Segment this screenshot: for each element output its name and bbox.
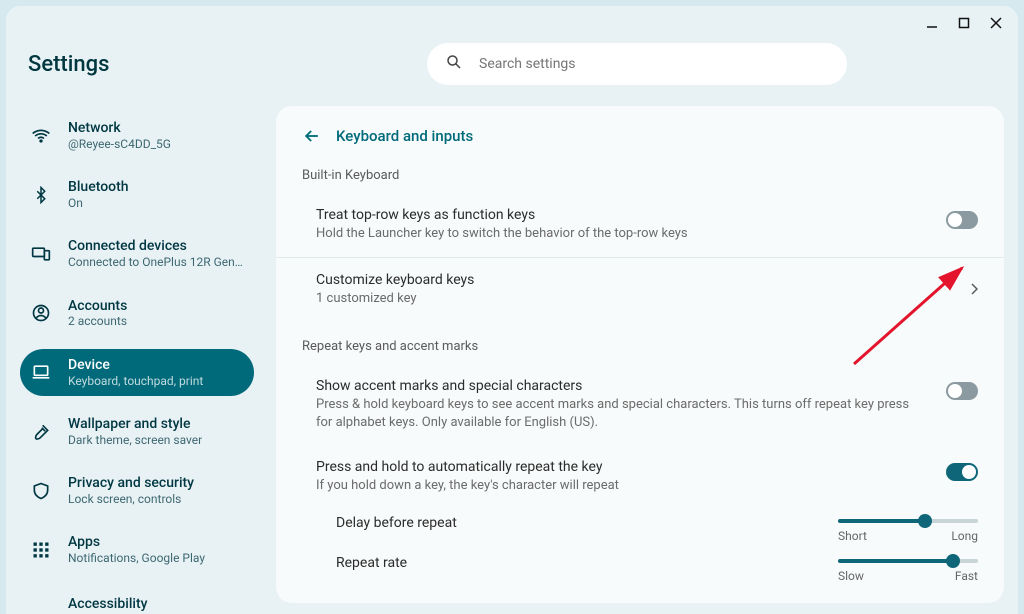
close-button[interactable] [982, 9, 1010, 37]
minimize-button[interactable] [918, 9, 946, 37]
settings-panel: Keyboard and inputs Built-in Keyboard Tr… [276, 106, 1004, 603]
search-input[interactable] [479, 56, 829, 72]
sidebar-item-label: Wallpaper and style [68, 416, 202, 433]
row-accent-marks: Show accent marks and special characters… [276, 364, 1004, 445]
panel-title: Keyboard and inputs [336, 127, 473, 145]
sidebar: Network@Reyee-sC4DD_5G BluetoothOn Conne… [6, 106, 268, 614]
sidebar-item-label: Privacy and security [68, 475, 194, 492]
row-repeat-rate: Repeat rate Slow Fast [276, 549, 1004, 589]
row-title: Press and hold to automatically repeat t… [316, 459, 916, 475]
row-title: Treat top-row keys as function keys [316, 207, 916, 223]
row-top-row-keys: Treat top-row keys as function keys Hold… [276, 193, 1004, 258]
row-desc: 1 customized key [316, 290, 940, 308]
sidebar-item-privacy[interactable]: Privacy and securityLock screen, control… [20, 467, 254, 514]
laptop-icon [30, 361, 52, 383]
sidebar-item-sub: Keyboard, touchpad, print [68, 374, 203, 388]
sidebar-item-label: Accounts [68, 298, 127, 315]
main-content: Keyboard and inputs Built-in Keyboard Tr… [268, 106, 1018, 614]
maximize-button[interactable] [950, 9, 978, 37]
apps-icon [30, 539, 52, 561]
sidebar-item-sub: Connected to OnePlus 12R Gens... [68, 255, 248, 269]
row-delay-before-repeat: Delay before repeat Short Long [276, 509, 1004, 549]
sidebar-item-sub: @Reyee-sC4DD_5G [68, 137, 171, 151]
toggle-top-row-keys[interactable] [946, 211, 978, 229]
toggle-auto-repeat[interactable] [946, 463, 978, 481]
sidebar-item-connected-devices[interactable]: Connected devicesConnected to OnePlus 12… [20, 230, 254, 277]
sidebar-item-label: Bluetooth [68, 179, 129, 196]
bluetooth-icon [30, 184, 52, 206]
back-button[interactable] [302, 126, 322, 146]
sidebar-item-network[interactable]: Network@Reyee-sC4DD_5G [20, 112, 254, 159]
slider-repeat-rate[interactable]: Slow Fast [838, 559, 978, 583]
sidebar-item-label: Network [68, 120, 171, 137]
row-title: Delay before repeat [336, 515, 808, 531]
row-title: Repeat rate [336, 555, 808, 571]
sidebar-item-label: Apps [68, 534, 205, 551]
sidebar-item-label: Device [68, 357, 203, 374]
search-box[interactable] [427, 43, 847, 85]
slider-max-label: Long [951, 529, 978, 543]
wifi-icon [30, 125, 52, 147]
app-title: Settings [28, 52, 278, 77]
slider-delay[interactable]: Short Long [838, 519, 978, 543]
sidebar-item-wallpaper[interactable]: Wallpaper and styleDark theme, screen sa… [20, 408, 254, 455]
sidebar-item-accounts[interactable]: Accounts2 accounts [20, 290, 254, 337]
section-repeat-keys: Repeat keys and accent marks [276, 321, 1004, 364]
settings-window: Settings Network@Reyee-sC4DD_5G Bluetoot… [6, 6, 1018, 614]
sidebar-item-sub: On [68, 196, 129, 210]
sidebar-item-label: Accessibility [68, 596, 147, 613]
brush-icon [30, 421, 52, 443]
sidebar-item-device[interactable]: DeviceKeyboard, touchpad, print [20, 349, 254, 396]
row-title: Customize keyboard keys [316, 272, 940, 288]
chevron-right-icon [970, 272, 978, 299]
slider-min-label: Short [838, 529, 867, 543]
row-auto-repeat: Press and hold to automatically repeat t… [276, 445, 1004, 509]
devices-icon [30, 243, 52, 265]
sidebar-item-sub: Dark theme, screen saver [68, 433, 202, 447]
sidebar-item-sub: Lock screen, controls [68, 492, 194, 506]
sidebar-item-apps[interactable]: AppsNotifications, Google Play [20, 526, 254, 573]
shield-icon [30, 480, 52, 502]
sidebar-item-bluetooth[interactable]: BluetoothOn [20, 171, 254, 218]
sidebar-item-accessibility[interactable]: Accessibility [20, 586, 254, 614]
slider-min-label: Slow [838, 569, 864, 583]
row-desc: If you hold down a key, the key's charac… [316, 477, 916, 495]
header: Settings [6, 40, 1018, 102]
section-built-in-keyboard: Built-in Keyboard [276, 164, 1004, 193]
row-customize-keys[interactable]: Customize keyboard keys 1 customized key [276, 258, 1004, 322]
row-title: Show accent marks and special characters [316, 378, 916, 394]
toggle-accent-marks[interactable] [946, 382, 978, 400]
sidebar-item-sub: Notifications, Google Play [68, 551, 205, 565]
sidebar-item-sub: 2 accounts [68, 314, 127, 328]
sidebar-item-label: Connected devices [68, 238, 248, 255]
titlebar [6, 6, 1018, 40]
row-desc: Press & hold keyboard keys to see accent… [316, 396, 916, 431]
slider-max-label: Fast [955, 569, 978, 583]
accessibility-icon [30, 594, 52, 614]
account-icon [30, 302, 52, 324]
row-desc: Hold the Launcher key to switch the beha… [316, 225, 916, 243]
search-icon [445, 53, 463, 75]
